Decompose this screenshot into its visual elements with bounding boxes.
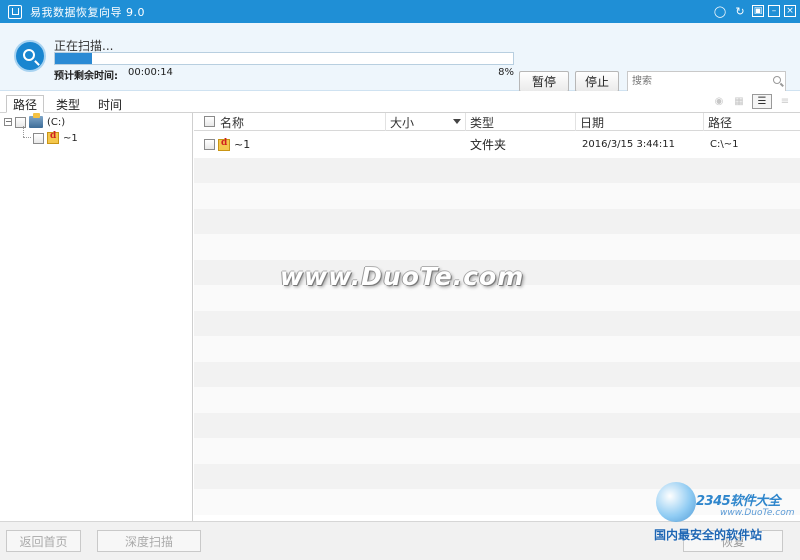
back-home-button[interactable]: 返回首页 — [6, 530, 81, 552]
view-mode-toggles: ◉ ▦ ☰ ≡ — [712, 94, 792, 109]
progress-percent: 8% — [498, 67, 514, 78]
window-title: 易我数据恢复向导 9.0 — [30, 5, 145, 19]
tree-node-label: (C:) — [47, 116, 66, 128]
stop-button[interactable]: 停止 — [575, 71, 619, 92]
tab-time[interactable]: 时间 — [92, 95, 128, 113]
row-type: 文件夹 — [470, 138, 507, 152]
empty-row — [194, 336, 800, 362]
empty-row — [194, 234, 800, 260]
deep-scan-button[interactable]: 深度扫描 — [97, 530, 201, 552]
list-rows: ~1 文件夹 2016/3/15 3:44:11 C:\~1 — [194, 132, 800, 515]
logo-slogan: 国内最安全的软件站 — [654, 528, 763, 542]
scan-progress-fill — [55, 53, 92, 64]
window-controls: ◯ ↻ ▣ – × — [712, 3, 796, 19]
column-header-name[interactable]: 名称 — [204, 113, 386, 131]
empty-row — [194, 208, 800, 234]
row-name: ~1 — [234, 138, 251, 151]
chat-icon[interactable]: ◯ — [712, 3, 728, 19]
minimize-icon[interactable]: – — [768, 5, 780, 17]
empty-row — [194, 157, 800, 183]
row-date: 2016/3/15 3:44:11 — [582, 139, 676, 150]
tree-node-label: ~1 — [63, 132, 78, 144]
column-header-path[interactable]: 路径 — [704, 113, 800, 131]
table-row[interactable]: ~1 文件夹 2016/3/15 3:44:11 C:\~1 — [194, 132, 800, 158]
column-header-size-label: 大小 — [390, 115, 415, 130]
search-box — [627, 71, 786, 92]
remaining-time-label: 预计剩余时间: — [54, 71, 118, 82]
watermark: www.DuoTe.com — [280, 262, 525, 291]
empty-row — [194, 438, 800, 464]
tree-checkbox[interactable] — [33, 132, 44, 144]
logo-brand: 2345软件大全 — [696, 494, 781, 509]
remaining-time-value: 00:00:14 — [128, 67, 173, 78]
details-view-icon[interactable]: ≡ — [778, 96, 792, 108]
sort-arrow-icon — [453, 119, 461, 124]
empty-row — [194, 310, 800, 336]
row-checkbox[interactable] — [204, 132, 215, 157]
tree-connector — [23, 137, 31, 138]
folder-tree: − (C:) ~1 — [0, 113, 193, 521]
app-icon — [8, 4, 22, 19]
scan-header: 正在扫描... 预计剩余时间: 00:00:14 8% 暂停 停止 — [0, 23, 800, 92]
column-header-date[interactable]: 日期 — [576, 113, 704, 131]
tab-type[interactable]: 类型 — [50, 95, 86, 113]
empty-row — [194, 183, 800, 209]
list-view-icon[interactable]: ☰ — [752, 94, 772, 109]
collapse-icon[interactable]: − — [4, 118, 12, 126]
deleted-folder-icon — [218, 138, 230, 151]
site-logo-overlay: 2345软件大全 www.DuoTe.com 国内最安全的软件站 — [654, 478, 800, 560]
empty-row — [194, 412, 800, 438]
deleted-folder-icon — [47, 131, 59, 144]
scan-progress-bar — [54, 52, 514, 65]
drive-icon — [29, 113, 43, 128]
logo-url: www.DuoTe.com — [720, 508, 795, 518]
refresh-icon[interactable]: ↻ — [732, 3, 748, 19]
pause-button[interactable]: 暂停 — [519, 71, 569, 92]
tab-path[interactable]: 路径 — [6, 95, 45, 113]
scan-magnifier-icon — [14, 40, 46, 72]
restore-icon[interactable]: ▣ — [752, 5, 764, 17]
empty-row — [194, 361, 800, 387]
view-tabs: 路径 类型 时间 ◉ ▦ ☰ ≡ — [0, 91, 800, 113]
column-header-type[interactable]: 类型 — [466, 113, 576, 131]
row-path: C:\~1 — [710, 139, 739, 150]
title-bar: 易我数据恢复向导 9.0 ◯ ↻ ▣ – × — [0, 0, 800, 23]
preview-eye-icon[interactable]: ◉ — [712, 96, 726, 108]
tree-node-drive-c[interactable]: − (C:) — [4, 113, 66, 129]
search-icon[interactable] — [773, 76, 781, 84]
file-list: 名称 大小 类型 日期 路径 ~1 文件夹 2016/3/15 3:44:11 … — [194, 113, 800, 521]
tree-connector — [23, 126, 24, 137]
tree-node-folder[interactable]: ~1 — [30, 131, 78, 145]
list-header: 名称 大小 类型 日期 路径 — [194, 113, 800, 131]
row-name-cell: ~1 — [218, 132, 250, 157]
thumbnail-view-icon[interactable]: ▦ — [732, 96, 746, 108]
column-header-size[interactable]: 大小 — [386, 113, 466, 131]
tree-checkbox[interactable] — [15, 116, 26, 128]
search-input[interactable] — [628, 72, 763, 91]
mascot-logo-icon — [656, 482, 696, 522]
close-icon[interactable]: × — [784, 5, 796, 17]
empty-row — [194, 387, 800, 413]
